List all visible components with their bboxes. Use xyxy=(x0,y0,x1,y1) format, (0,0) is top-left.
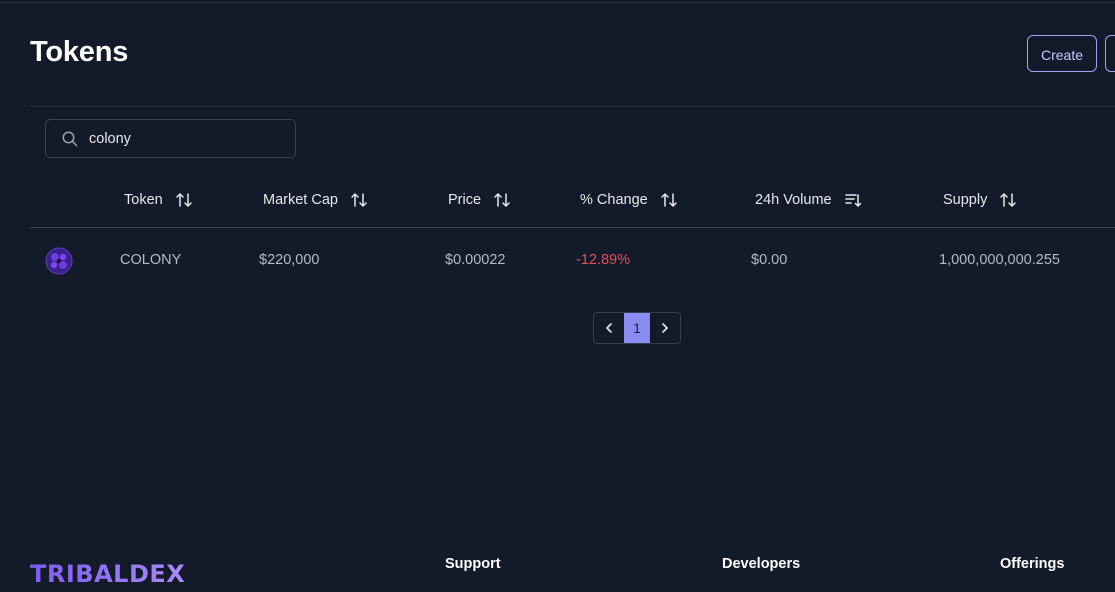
search-input[interactable] xyxy=(89,120,284,157)
token-logo-icon xyxy=(45,247,73,275)
search-icon xyxy=(62,131,78,147)
sort-descending-icon[interactable] xyxy=(844,191,862,209)
cell-volume: $0.00 xyxy=(751,252,788,268)
column-header-market-cap[interactable]: Market Cap xyxy=(263,190,368,210)
footer-heading-support: Support xyxy=(445,556,501,572)
column-header-price[interactable]: Price xyxy=(448,190,511,210)
cell-change: -12.89% xyxy=(576,252,631,268)
sort-arrows-icon[interactable] xyxy=(493,191,511,209)
cell-supply: 1,000,000,000.255 xyxy=(939,252,1060,268)
sort-arrows-icon[interactable] xyxy=(350,191,368,209)
column-header-label: Market Cap xyxy=(263,192,338,208)
page-title: Tokens xyxy=(30,36,129,68)
table-header-divider xyxy=(30,227,1115,228)
chevron-right-icon xyxy=(662,323,668,333)
column-header-label: % Change xyxy=(580,192,648,208)
cell-token[interactable]: COLONY xyxy=(120,252,181,268)
pagination: 1 xyxy=(593,312,681,344)
next-page-button[interactable] xyxy=(650,313,680,343)
column-header-label: Price xyxy=(448,192,482,208)
footer-heading-developers: Developers xyxy=(722,556,801,572)
cell-market-cap: $220,000 xyxy=(259,252,320,268)
sort-arrows-icon[interactable] xyxy=(999,191,1017,209)
prev-page-button[interactable] xyxy=(594,313,624,343)
column-header-label: 24h Volume xyxy=(755,192,832,208)
column-header-label: Token xyxy=(124,192,163,208)
chevron-left-icon xyxy=(606,323,612,333)
column-header-token[interactable]: Token xyxy=(124,190,193,210)
footer-heading-offerings: Offerings xyxy=(1000,556,1065,572)
column-header-change[interactable]: % Change xyxy=(580,190,678,210)
footer-logo[interactable]: TRIBALDEX xyxy=(30,560,185,588)
cell-price: $0.00022 xyxy=(445,252,506,268)
search-box xyxy=(45,119,296,158)
header-divider xyxy=(30,106,1115,107)
top-divider xyxy=(0,2,1115,3)
sort-arrows-icon[interactable] xyxy=(175,191,193,209)
column-header-supply[interactable]: Supply xyxy=(943,190,1017,210)
secondary-action-button[interactable] xyxy=(1105,35,1115,72)
sort-arrows-icon[interactable] xyxy=(660,191,678,209)
column-header-label: Supply xyxy=(943,192,988,208)
create-button[interactable]: Create xyxy=(1027,35,1097,72)
page-button-current[interactable]: 1 xyxy=(624,313,650,343)
column-header-volume[interactable]: 24h Volume xyxy=(755,190,862,210)
